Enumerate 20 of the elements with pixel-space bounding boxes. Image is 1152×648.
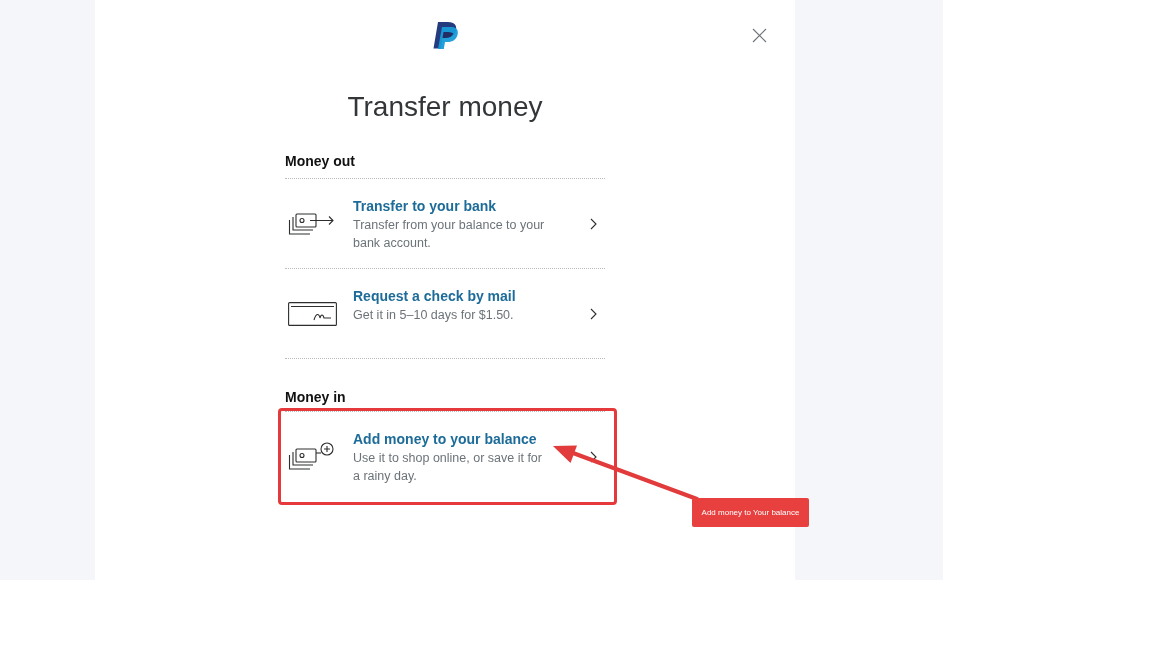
section-heading: Money out bbox=[285, 152, 356, 171]
chevron-right-icon bbox=[590, 307, 597, 320]
transfer-option[interactable]: Transfer to your bank Transfer from your balance to your bank account. bbox=[285, 178, 605, 268]
option-description: Use it to shop online, or save it for a rainy day. bbox=[353, 450, 543, 485]
cash-arrow-icon bbox=[288, 210, 335, 237]
option-description: Get it in 5–10 days for $1.50. bbox=[353, 307, 515, 324]
logo-icon bbox=[432, 22, 458, 49]
close-button[interactable] bbox=[752, 28, 767, 43]
option-description: Transfer from your balance to your bank account. bbox=[353, 217, 546, 252]
check-icon bbox=[288, 301, 337, 326]
section-heading: Money in bbox=[285, 388, 347, 407]
chevron-right-icon bbox=[590, 217, 597, 230]
dialog-title: Transfer money bbox=[347, 90, 543, 124]
option-title: Request a check by mail bbox=[353, 287, 517, 306]
option-title: Transfer to your bank bbox=[353, 197, 498, 216]
close-icon bbox=[752, 28, 767, 43]
option-title: Add money to your balance bbox=[353, 430, 538, 449]
cash-plus-icon bbox=[288, 441, 335, 472]
transfer-option[interactable]: Request a check by mail Get it in 5–10 days for $1.50. bbox=[285, 268, 605, 358]
annotation-callout: Add money to Your balance bbox=[692, 498, 809, 527]
